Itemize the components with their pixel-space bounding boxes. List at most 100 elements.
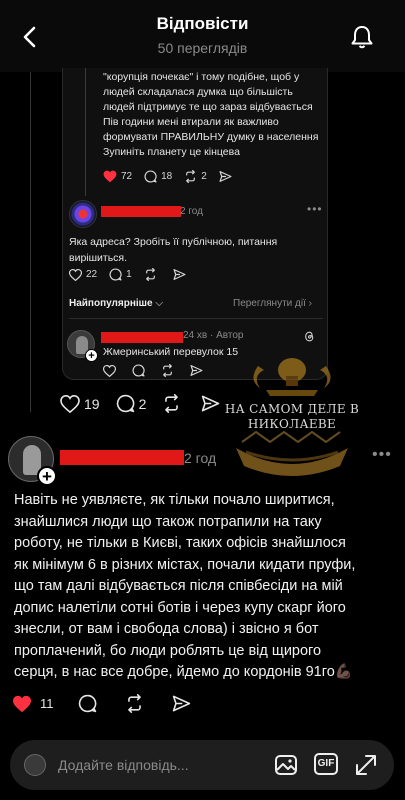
text-line: серця, в нас все добре, йдемо до кордоні… — [14, 664, 353, 680]
repost-button[interactable] — [161, 364, 178, 377]
post-actions: 11 — [12, 694, 219, 713]
comment-count: 18 — [161, 170, 173, 182]
reply-stats — [103, 364, 219, 377]
more-options-icon[interactable]: ••• — [307, 202, 323, 216]
text-line: Зупиніть планету це кінцева — [103, 146, 240, 158]
reply-text: Жмеринський перевулок 15 — [103, 346, 239, 358]
quoted-post-text: "корупція почекає" і тому подібне, щоб у… — [103, 70, 327, 160]
repost-icon — [127, 694, 141, 713]
divider — [69, 318, 323, 319]
text-line: роботу, не тільки в Києві, таких офісів … — [14, 535, 346, 551]
gif-button[interactable]: GIF — [314, 753, 338, 775]
comment-button[interactable]: 1 — [109, 268, 132, 281]
text-line: формувати ПРАВИЛЬНУ думку в населення — [103, 131, 319, 143]
share-icon — [172, 695, 190, 712]
avatar[interactable] — [69, 200, 97, 228]
watermark-text: НА САМОМ ДЕЛЕ В НИКОЛАЕВЕ — [222, 402, 362, 432]
like-count: 22 — [86, 269, 98, 280]
redacted-username — [101, 206, 181, 217]
page-title: Відповісти — [156, 14, 249, 33]
sort-label: Найпопулярніше — [69, 298, 153, 309]
comment-icon — [144, 169, 157, 183]
repost-button[interactable] — [162, 394, 185, 413]
header-bar: Відповісти 50 переглядів — [0, 0, 405, 72]
avatar — [24, 754, 46, 776]
gif-label: GIF — [317, 758, 335, 769]
like-count: 72 — [121, 170, 133, 182]
reply-input[interactable] — [58, 754, 258, 776]
watermark-line: НИКОЛАЕВЕ — [247, 417, 337, 431]
quoted-post-stats: 72 18 2 — [103, 168, 248, 184]
post-time: 2 год — [184, 450, 217, 466]
repost-button[interactable] — [125, 694, 148, 713]
text-line: знесли, от вам і свобода слова) і звісно… — [14, 621, 319, 637]
comment-button[interactable] — [132, 364, 149, 377]
bell-icon[interactable] — [349, 24, 375, 50]
more-options-icon[interactable]: ••• — [372, 446, 392, 464]
image-icon[interactable] — [274, 753, 298, 777]
redacted-username — [60, 450, 184, 465]
repost-icon — [163, 364, 172, 377]
post-text: Навіть не уявляєте, як тільки почало шир… — [14, 490, 400, 684]
comment-button[interactable] — [78, 694, 101, 713]
like-button[interactable]: 72 — [103, 170, 132, 183]
view-activity-label: Переглянути дії — [233, 298, 306, 309]
comment-icon — [132, 364, 145, 377]
reply-stats: 22 1 — [69, 268, 202, 281]
follow-plus-icon[interactable]: + — [85, 349, 98, 362]
like-count: 11 — [40, 696, 54, 711]
text-line: допис налетіли сотні ботів і через купу … — [14, 599, 346, 616]
reply-composer: GIF — [10, 740, 394, 790]
heart-icon — [103, 170, 117, 182]
comment-button[interactable]: 2 — [116, 394, 147, 413]
text-line: Навіть не уявляєте, як тільки почало шир… — [14, 492, 335, 508]
like-button[interactable]: 19 — [60, 394, 100, 413]
like-button[interactable]: 22 — [69, 268, 98, 281]
text-line: знайшлися люди що також потрапили на так… — [14, 513, 322, 530]
comment-icon — [116, 394, 134, 413]
repost-count: 2 — [201, 170, 207, 182]
reply-time: 2 год — [180, 206, 203, 217]
repost-button[interactable]: 2 — [184, 169, 207, 183]
like-button[interactable] — [103, 364, 120, 377]
chevron-down-icon: ⌵ — [155, 298, 163, 309]
share-icon — [190, 365, 203, 376]
share-button[interactable] — [173, 268, 190, 281]
comment-count: 2 — [138, 395, 147, 412]
text-line: людей підтримує те що зараз відбувається — [103, 101, 313, 113]
threads-icon — [305, 331, 314, 342]
reply-text: Яка адреса? Зробіть її публічною, питанн… — [69, 236, 278, 264]
comment-button[interactable]: 18 — [144, 169, 173, 183]
text-line: людей складалася думка що більшість — [103, 86, 293, 98]
text-line: Пів години мені втирали як важливо — [103, 116, 279, 128]
share-button[interactable] — [219, 170, 236, 183]
like-button[interactable]: 11 — [12, 695, 54, 713]
view-activity-link[interactable]: Переглянути дії › — [233, 298, 312, 309]
follow-plus-icon[interactable]: + — [37, 466, 57, 486]
text-line: проплачений, бо люди роблять це від щиро… — [14, 642, 322, 659]
quoted-thread-card[interactable]: "корупція почекає" і тому подібне, щоб у… — [62, 68, 328, 380]
heart-icon — [60, 394, 80, 413]
thread-line — [30, 72, 31, 412]
repost-icon — [145, 268, 155, 281]
heart-icon — [103, 364, 116, 377]
like-count: 19 — [84, 395, 100, 412]
sort-dropdown[interactable]: Найпопулярніше ⌵ — [69, 298, 163, 309]
share-icon — [202, 395, 220, 412]
share-button[interactable] — [190, 364, 207, 377]
thread-line — [85, 68, 86, 196]
share-button[interactable] — [172, 694, 195, 713]
text-line: як мінімум 6 в різних містах, почали кид… — [14, 556, 356, 573]
redacted-username — [101, 332, 183, 343]
heart-icon — [13, 695, 31, 712]
expand-icon[interactable] — [354, 753, 378, 777]
comment-count: 1 — [126, 269, 132, 280]
share-icon — [173, 269, 186, 280]
repost-icon — [186, 169, 196, 183]
comment-icon — [109, 268, 122, 281]
repost-icon — [165, 394, 179, 413]
chevron-right-icon: › — [308, 298, 312, 309]
text-line: що там далі відбувається після співбесід… — [14, 578, 343, 594]
share-button[interactable] — [201, 394, 224, 413]
repost-button[interactable] — [144, 268, 161, 281]
